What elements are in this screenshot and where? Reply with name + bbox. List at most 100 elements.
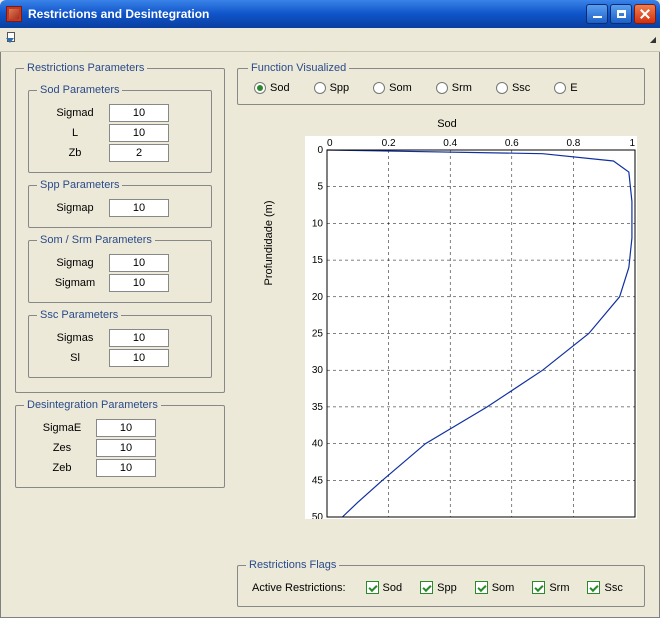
chart-title: Sod <box>249 118 645 130</box>
radio-srm-label: Srm <box>452 82 472 94</box>
app-icon <box>6 6 22 22</box>
flag-spp[interactable]: Spp <box>420 581 457 594</box>
restrictions-parameters-panel: Restrictions Parameters Sod Parameters S… <box>15 62 225 393</box>
checkbox-icon <box>587 581 600 594</box>
sigmad-input[interactable] <box>109 104 169 122</box>
radio-spp-label: Spp <box>330 82 350 94</box>
desintegration-parameters-panel: Desintegration Parameters SigmaE Zes Zeb <box>15 399 225 488</box>
checkbox-icon <box>532 581 545 594</box>
radio-som[interactable]: Som <box>373 82 412 94</box>
som-srm-parameters-title: Som / Srm Parameters <box>37 234 155 246</box>
function-visualized-title: Function Visualized <box>248 62 349 74</box>
svg-text:5: 5 <box>317 182 323 193</box>
checkbox-icon <box>475 581 488 594</box>
zeb-label: Zeb <box>34 462 90 474</box>
radio-circle-icon <box>314 82 326 94</box>
toolbar: ◢ <box>0 28 660 52</box>
svg-text:0.8: 0.8 <box>566 138 580 149</box>
flag-srm[interactable]: Srm <box>532 581 569 594</box>
flag-som-label: Som <box>492 582 515 594</box>
radio-srm[interactable]: Srm <box>436 82 472 94</box>
sl-label: Sl <box>47 352 103 364</box>
svg-text:0.4: 0.4 <box>443 138 457 149</box>
workarea: Restrictions Parameters Sod Parameters S… <box>0 52 660 618</box>
flag-spp-label: Spp <box>437 582 457 594</box>
svg-text:0: 0 <box>317 145 323 156</box>
flag-ssc-label: Ssc <box>604 582 622 594</box>
ssc-parameters-title: Ssc Parameters <box>37 309 121 321</box>
radio-sod-label: Sod <box>270 82 290 94</box>
radio-e-label: E <box>570 82 577 94</box>
radio-circle-icon <box>436 82 448 94</box>
l-label: L <box>47 127 103 139</box>
svg-text:0.2: 0.2 <box>382 138 396 149</box>
restrictions-parameters-title: Restrictions Parameters <box>24 62 147 74</box>
flag-sod-label: Sod <box>383 582 403 594</box>
sigmap-input[interactable] <box>109 199 169 217</box>
svg-text:25: 25 <box>312 329 324 340</box>
sl-input[interactable] <box>109 349 169 367</box>
sigmas-label: Sigmas <box>47 332 103 344</box>
svg-text:35: 35 <box>312 402 324 413</box>
sod-parameters-panel: Sod Parameters Sigmad L Zb <box>28 84 212 173</box>
radio-circle-icon <box>373 82 385 94</box>
zeb-input[interactable] <box>96 459 156 477</box>
left-column: Restrictions Parameters Sod Parameters S… <box>15 62 225 494</box>
svg-text:0: 0 <box>327 138 333 149</box>
svg-text:1: 1 <box>629 138 635 149</box>
sigmas-input[interactable] <box>109 329 169 347</box>
checkbox-icon <box>366 581 379 594</box>
zes-input[interactable] <box>96 439 156 457</box>
close-button[interactable] <box>634 4 656 24</box>
active-restrictions-label: Active Restrictions: <box>252 582 346 594</box>
window-controls <box>586 4 656 24</box>
chart-svg: 00.20.40.60.8105101520253035404550 <box>305 136 637 519</box>
svg-text:15: 15 <box>312 255 324 266</box>
radio-sod[interactable]: Sod <box>254 82 290 94</box>
zb-input[interactable] <box>109 144 169 162</box>
restrictions-flags-wrap: Restrictions Flags Active Restrictions: … <box>237 553 645 607</box>
radio-e[interactable]: E <box>554 82 577 94</box>
maximize-button[interactable] <box>610 4 632 24</box>
flag-sod[interactable]: Sod <box>366 581 403 594</box>
right-column: Function Visualized Sod Spp Som Srm Ssc … <box>237 62 645 607</box>
radio-ssc[interactable]: Ssc <box>496 82 530 94</box>
sod-parameters-title: Sod Parameters <box>37 84 122 96</box>
svg-text:30: 30 <box>312 365 324 376</box>
svg-text:45: 45 <box>312 475 324 486</box>
sigmae-input[interactable] <box>96 419 156 437</box>
chart-area: 00.20.40.60.8105101520253035404550 <box>305 136 637 519</box>
chart-ylabel: Profundidade (m) <box>263 200 275 285</box>
toolbar-expand-icon[interactable]: ◢ <box>650 35 656 44</box>
print-icon[interactable] <box>4 32 20 48</box>
ssc-parameters-panel: Ssc Parameters Sigmas Sl <box>28 309 212 378</box>
spp-parameters-title: Spp Parameters <box>37 179 122 191</box>
sigmae-label: SigmaE <box>34 422 90 434</box>
sigmag-input[interactable] <box>109 254 169 272</box>
window-title: Restrictions and Desintegration <box>28 7 209 21</box>
radio-circle-icon <box>554 82 566 94</box>
radio-ssc-label: Ssc <box>512 82 530 94</box>
svg-text:10: 10 <box>312 218 324 229</box>
sigmam-label: Sigmam <box>47 277 103 289</box>
sigmad-label: Sigmad <box>47 107 103 119</box>
l-input[interactable] <box>109 124 169 142</box>
svg-text:20: 20 <box>312 292 324 303</box>
sigmag-label: Sigmag <box>47 257 103 269</box>
flag-ssc[interactable]: Ssc <box>587 581 622 594</box>
chart-container: Sod Profundidade (m) 00.20.40.60.8105101… <box>249 118 645 537</box>
radio-circle-icon <box>496 82 508 94</box>
radio-circle-icon <box>254 82 266 94</box>
spp-parameters-panel: Spp Parameters Sigmap <box>28 179 212 228</box>
svg-text:40: 40 <box>312 439 324 450</box>
flag-som[interactable]: Som <box>475 581 515 594</box>
desintegration-parameters-title: Desintegration Parameters <box>24 399 161 411</box>
zb-label: Zb <box>47 147 103 159</box>
radio-spp[interactable]: Spp <box>314 82 350 94</box>
checkbox-icon <box>420 581 433 594</box>
titlebar: Restrictions and Desintegration <box>0 0 660 28</box>
sigmam-input[interactable] <box>109 274 169 292</box>
svg-text:50: 50 <box>312 512 324 519</box>
flag-srm-label: Srm <box>549 582 569 594</box>
minimize-button[interactable] <box>586 4 608 24</box>
